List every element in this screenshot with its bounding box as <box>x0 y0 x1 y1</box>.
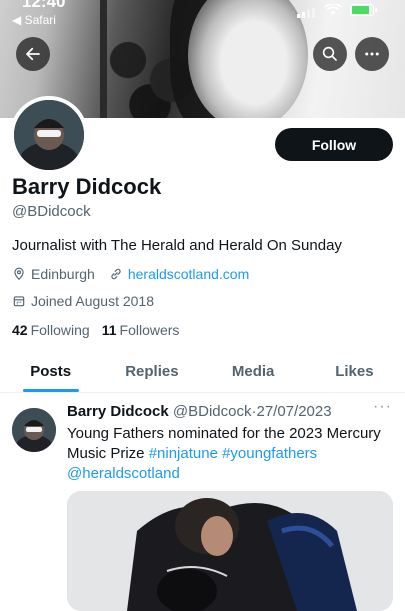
avatar[interactable] <box>10 96 88 174</box>
mention-heraldscotland[interactable]: @heraldscotland <box>67 465 180 482</box>
tab-likes[interactable]: Likes <box>304 350 405 392</box>
location-pin-icon <box>14 267 24 281</box>
profile-joined-date: Joined August 2018 <box>31 293 154 309</box>
tab-media-label: Media <box>231 362 275 380</box>
tweet-author-handle[interactable]: @BDidcock <box>173 403 252 420</box>
hashtag-ninjatune[interactable]: #ninjatune <box>149 445 218 462</box>
back-to-safari[interactable]: ◀ Safari <box>12 13 56 27</box>
calendar-icon <box>13 296 25 307</box>
more-button[interactable] <box>355 37 389 71</box>
link-icon <box>111 268 121 280</box>
profile-meta: Edinburgh heraldscotland.com <box>12 266 249 282</box>
battery-icon <box>350 4 377 16</box>
status-time: 12:40 <box>22 0 66 11</box>
tweet-more-icon[interactable]: ··· <box>373 398 392 416</box>
tab-posts[interactable]: Posts <box>0 350 101 392</box>
tweet-photo <box>67 491 393 611</box>
tab-media[interactable]: Media <box>203 350 304 392</box>
status-bar: 12:40 ◀ Safari <box>0 0 405 30</box>
profile-bio: Journalist with The Herald and Herald On… <box>12 237 342 254</box>
followers-link[interactable]: 11 Followers <box>102 322 180 338</box>
back-button[interactable] <box>16 37 50 71</box>
profile-tabs: Posts Replies Media Likes <box>0 350 405 393</box>
profile-location: Edinburgh <box>31 266 95 282</box>
search-button[interactable] <box>313 37 347 71</box>
signal-icon <box>297 8 315 18</box>
tab-posts-label: Posts <box>30 362 72 380</box>
followers-label: Followers <box>119 322 180 338</box>
avatar-image <box>14 100 84 170</box>
tweet-date[interactable]: 27/07/2023 <box>256 403 331 420</box>
tab-replies[interactable]: Replies <box>101 350 202 392</box>
follow-counts: 42 Following 11 Followers <box>12 322 179 338</box>
following-label: Following <box>30 322 90 338</box>
profile-website-link[interactable]: heraldscotland.com <box>128 266 249 282</box>
arrow-left-icon <box>26 47 40 61</box>
tab-replies-label: Replies <box>125 362 179 380</box>
profile-handle: @BDidcock <box>12 203 91 220</box>
following-count: 42 <box>12 322 28 338</box>
following-link[interactable]: 42 Following <box>12 322 90 338</box>
tweet-avatar[interactable] <box>12 408 56 452</box>
more-horizontal-icon <box>365 52 379 56</box>
tweet-header: Barry Didcock @BDidcock·27/07/2023 <box>67 403 332 420</box>
active-tab-indicator <box>22 389 79 392</box>
profile-name: Barry Didcock <box>12 174 162 199</box>
tab-likes-label: Likes <box>335 362 374 380</box>
follow-button[interactable]: Follow <box>275 128 393 161</box>
tweet-avatar-image <box>12 408 56 452</box>
wifi-icon <box>324 4 342 15</box>
search-icon <box>322 46 337 61</box>
tweet-text: Young Fathers nominated for the 2023 Mer… <box>67 424 387 484</box>
tweet-media-image[interactable] <box>67 491 393 611</box>
followers-count: 11 <box>101 322 117 338</box>
hashtag-youngfathers[interactable]: #youngfathers <box>222 445 317 462</box>
profile-joined: Joined August 2018 <box>12 293 154 309</box>
tweet-author-name[interactable]: Barry Didcock <box>67 403 169 420</box>
